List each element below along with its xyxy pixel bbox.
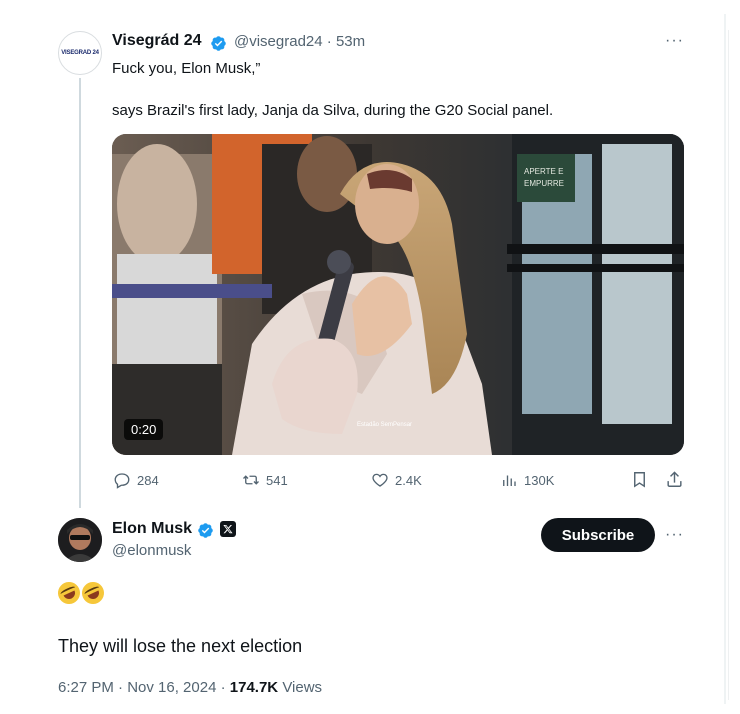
views-count-total: 174.7K: [229, 679, 279, 696]
elon-avatar[interactable]: [58, 518, 102, 562]
reply-author-handle[interactable]: @elonmusk: [112, 542, 191, 559]
author-name[interactable]: Visegrád 24: [112, 32, 202, 50]
svg-text:APERTE E: APERTE E: [524, 167, 563, 176]
timestamp[interactable]: 53m: [336, 33, 365, 50]
author-handle[interactable]: @visegrad24 · 53m: [234, 33, 365, 50]
rolling-laughing-emoji-icon: [78, 578, 108, 608]
tweet-text-line-1: Fuck you, Elon Musk,”: [112, 60, 261, 77]
x-logo-icon: [223, 524, 233, 534]
video-watermark: Estadão SemPensar: [357, 422, 412, 428]
column-divider: [724, 14, 726, 704]
more-options-icon[interactable]: ···: [665, 526, 684, 544]
views-label: Views: [282, 679, 323, 696]
views-count: 130K: [524, 472, 555, 488]
like-button[interactable]: 2.4K: [371, 471, 422, 489]
verified-badge-icon[interactable]: [210, 35, 227, 52]
tweet-metadata: 6:27 PM · Nov 16, 2024 · 174.7K Views: [58, 679, 322, 696]
video-frame: APERTE E EMPURRE Estadão SemPensar: [112, 134, 684, 455]
bookmark-icon[interactable]: [630, 470, 649, 489]
repost-icon: [243, 475, 259, 485]
repost-button[interactable]: 541: [242, 471, 288, 489]
x-affiliation-icon[interactable]: [220, 521, 236, 537]
like-count: 2.4K: [395, 472, 422, 488]
separator-dot: ·: [326, 33, 332, 50]
share-icon[interactable]: [665, 470, 684, 489]
laughing-emoji-row: [54, 578, 108, 608]
reply-button[interactable]: 284: [113, 471, 159, 489]
video-player[interactable]: APERTE E EMPURRE Estadão SemPensar: [112, 134, 684, 455]
tweet-timestamp[interactable]: 6:27 PM · Nov 16, 2024 ·: [58, 679, 226, 696]
heart-icon: [372, 473, 388, 487]
repost-count: 541: [266, 472, 288, 488]
more-options-icon[interactable]: ···: [665, 32, 684, 50]
rolling-laughing-emoji-icon: [54, 578, 84, 608]
reply-icon: [114, 473, 130, 489]
avatar-image: [58, 518, 102, 562]
handle-text: @visegrad24: [234, 33, 323, 50]
svg-text:EMPURRE: EMPURRE: [524, 179, 564, 188]
reply-tweet-text: They will lose the next election: [58, 636, 303, 656]
analytics-icon: [503, 475, 516, 486]
thread-connector: [79, 78, 81, 508]
verified-badge-icon[interactable]: [197, 522, 214, 539]
reply-author-name[interactable]: Elon Musk: [112, 520, 192, 538]
video-duration: 0:20: [124, 419, 164, 440]
subscribe-button[interactable]: Subscribe: [541, 518, 655, 552]
tweet-text-line-2: says Brazil's first lady, Janja da Silva…: [112, 102, 554, 119]
visegrad-avatar[interactable]: VISEGRAD 24: [58, 31, 102, 75]
reply-count: 284: [137, 472, 159, 488]
avatar-logo-text: VISEGRAD 24: [61, 50, 99, 56]
views-button[interactable]: 130K: [500, 471, 554, 489]
right-panel-edge: [728, 30, 738, 700]
